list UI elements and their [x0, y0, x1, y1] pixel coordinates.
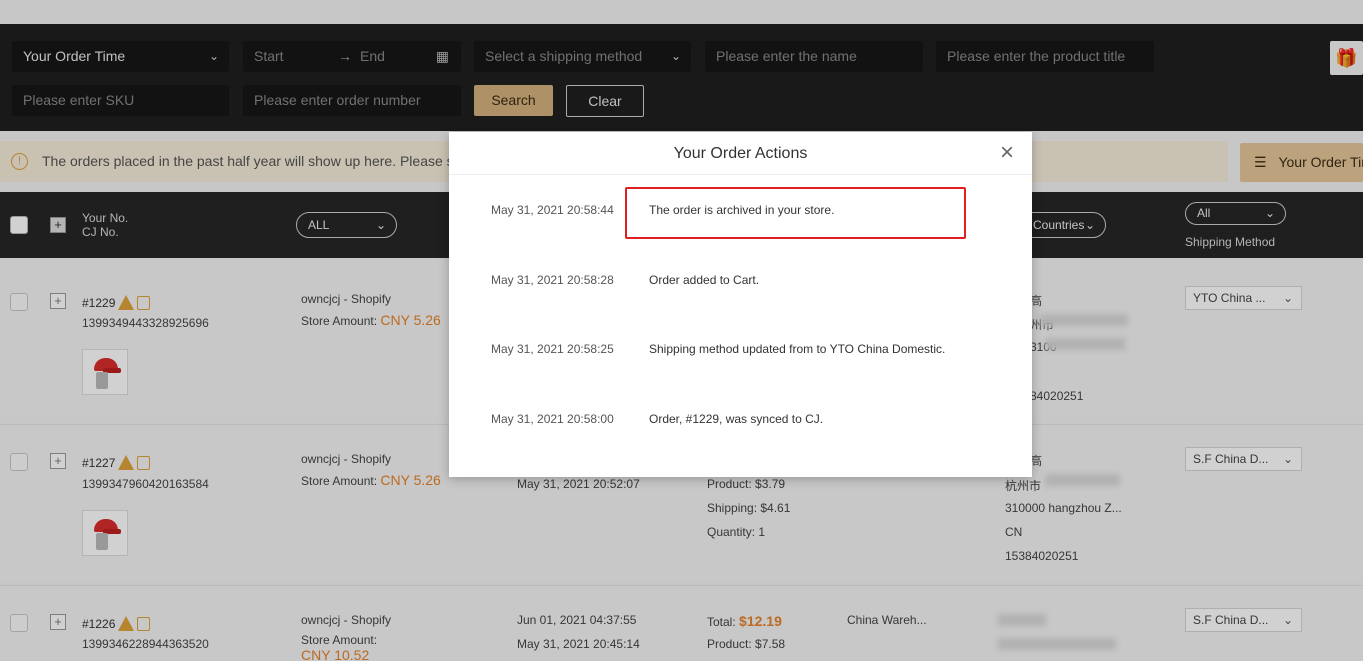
action-time: May 31, 2021 20:58:28 [491, 273, 614, 287]
order-actions-dialog: Your Order Actions × May 31, 2021 20:58:… [449, 132, 1032, 477]
action-time: May 31, 2021 20:58:44 [491, 203, 614, 217]
highlight-box [625, 187, 966, 239]
close-icon[interactable]: × [997, 141, 1017, 165]
action-time: May 31, 2021 20:58:25 [491, 342, 614, 356]
action-text: Order added to Cart. [649, 273, 760, 287]
dialog-title: Your Order Actions [449, 132, 1032, 175]
action-time: May 31, 2021 20:58:00 [491, 412, 614, 426]
action-text: Shipping method updated from to YTO Chin… [649, 342, 946, 356]
action-text: Order, #1229, was synced to CJ. [649, 412, 824, 426]
